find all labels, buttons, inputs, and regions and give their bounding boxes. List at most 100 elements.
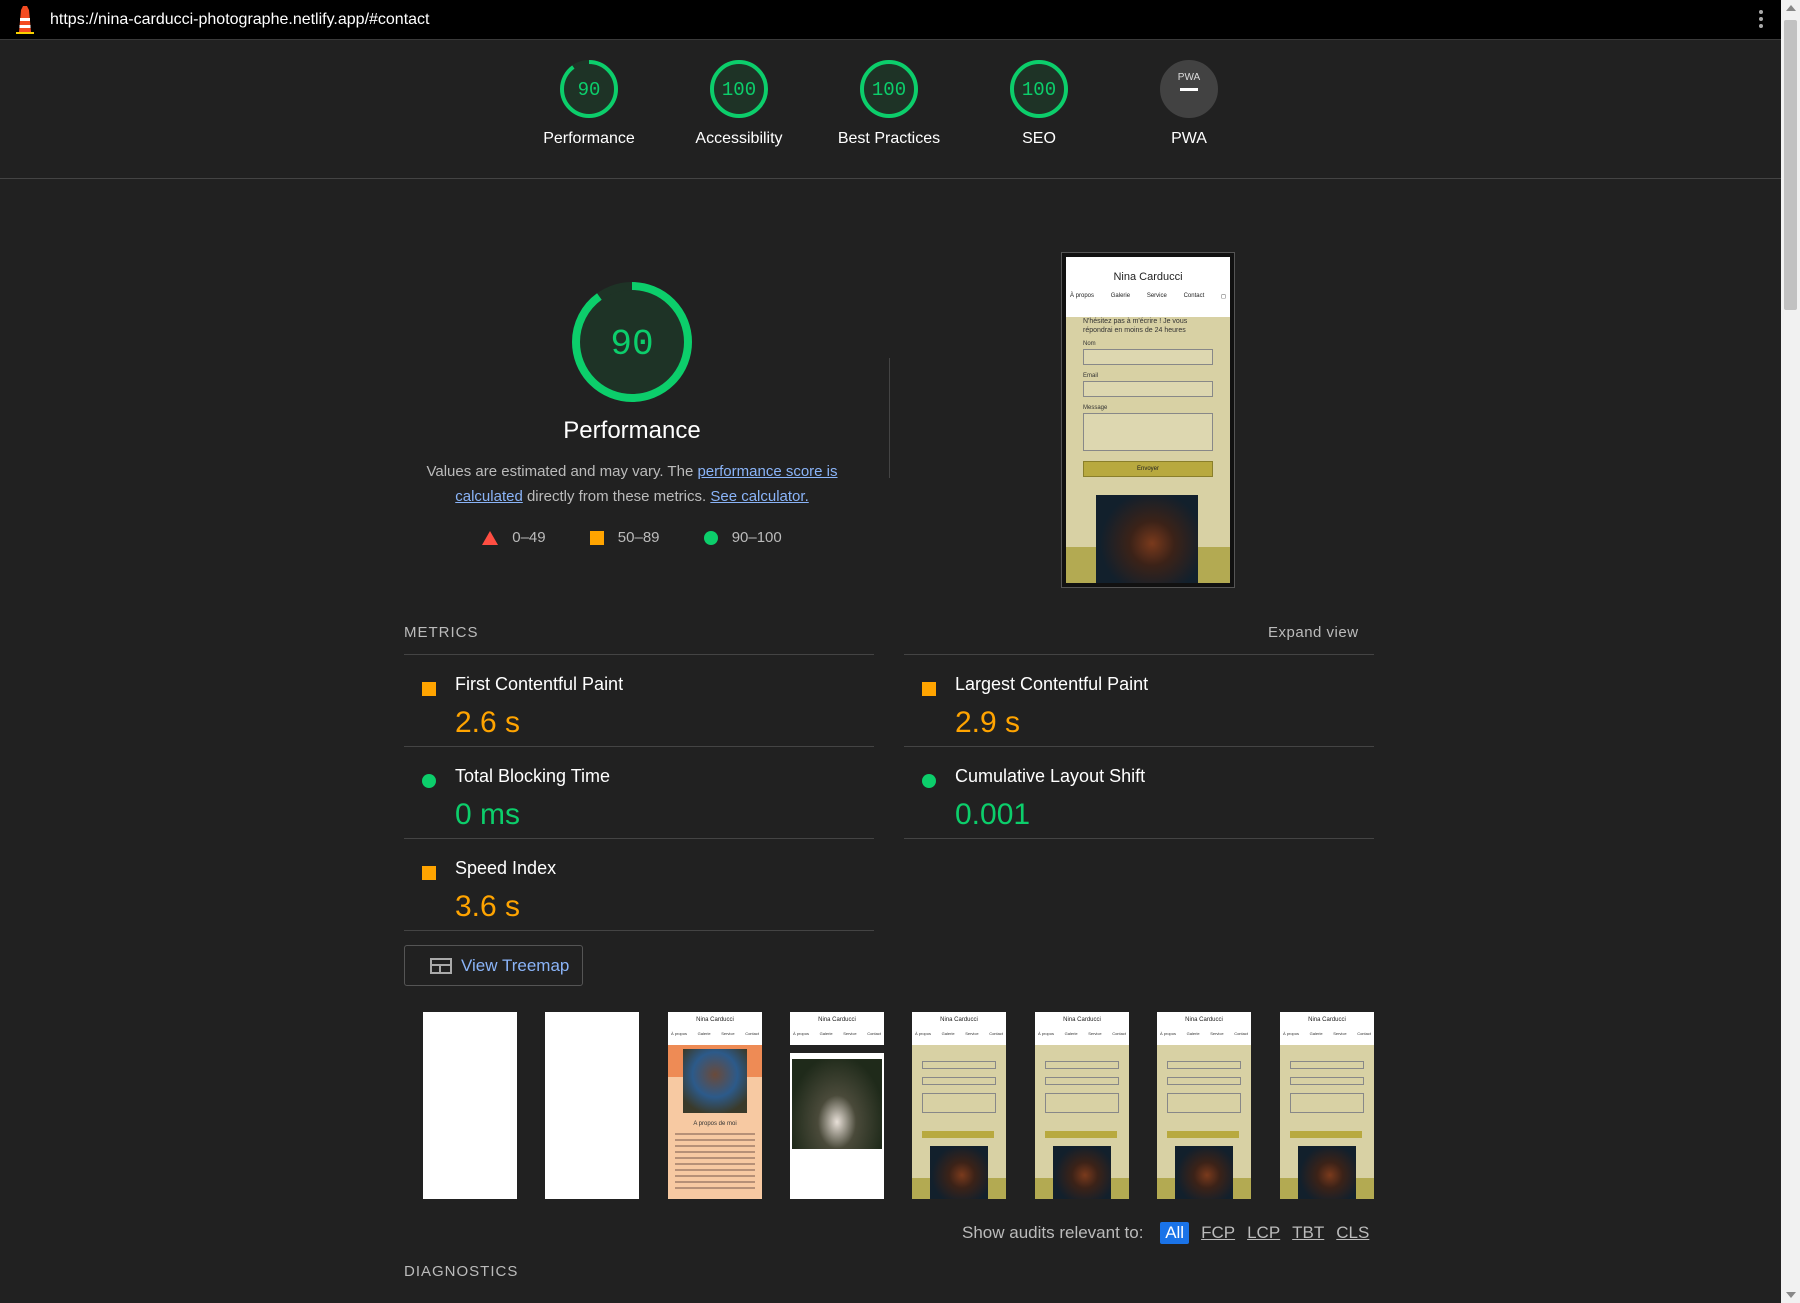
final-screenshot[interactable]: Nina Carducci À propos Galerie Service C… <box>1061 252 1235 588</box>
field-label: Message <box>1083 405 1108 411</box>
metric-value: 2.9 s <box>955 706 1021 739</box>
legend-range: 0–49 <box>512 529 546 546</box>
metric-value: 0 ms <box>455 798 521 831</box>
frame-form-field <box>922 1061 996 1069</box>
circle-icon <box>703 531 718 546</box>
category-gauge-performance[interactable]: 90 Performance <box>514 58 664 148</box>
name-field <box>1083 349 1213 365</box>
filter-fcp[interactable]: FCP <box>1201 1223 1235 1243</box>
frame-site-name: Nina Carducci <box>818 1017 856 1023</box>
filmstrip-frame[interactable] <box>423 1012 517 1199</box>
filmstrip-frame[interactable] <box>545 1012 639 1199</box>
gallery-strip <box>790 1045 884 1053</box>
legend-average: 50–89 <box>589 529 660 546</box>
filmstrip-frame[interactable]: Nina Carducci À propos Galerie Service Conta… <box>1157 1012 1251 1199</box>
screenshot-screen: Nina Carducci À propos Galerie Service C… <box>1066 257 1230 583</box>
frame-form-field <box>922 1093 996 1113</box>
report-url[interactable]: https://nina-carducci-photographe.netlif… <box>50 11 430 29</box>
frame-nav-item: Service <box>965 1031 979 1036</box>
metric-label: Total Blocking Time <box>455 766 611 786</box>
frame-nav: À propos Galerie Service Contact <box>1038 1031 1126 1036</box>
frame-nav-item: Contact <box>989 1031 1003 1036</box>
metric-label: Cumulative Layout Shift <box>955 766 1146 786</box>
frame-site-name: Nina Carducci <box>1308 1017 1346 1023</box>
frame-form-field <box>1290 1093 1364 1113</box>
frame-nav-item: À propos <box>1283 1031 1300 1036</box>
frame-body <box>1157 1045 1251 1199</box>
frame-body <box>912 1045 1006 1199</box>
frame-nav-item: À propos <box>915 1031 932 1036</box>
pass-circle-icon <box>922 774 936 788</box>
metric-value: 3.6 s <box>455 890 521 923</box>
treemap-icon <box>430 958 452 974</box>
filter-all[interactable]: All <box>1160 1222 1190 1244</box>
frame-form-field <box>1045 1077 1119 1085</box>
frame-nav-item: À propos <box>1160 1031 1177 1036</box>
frame-nav-item: Galerie <box>697 1031 711 1036</box>
divider <box>904 838 1374 839</box>
filter-tbt[interactable]: TBT <box>1292 1223 1324 1243</box>
filmstrip-frame[interactable]: Nina Carducci À propos Galerie Service Conta… <box>1280 1012 1374 1199</box>
text-line <box>675 1181 755 1183</box>
portrait-photo <box>683 1049 747 1113</box>
frame-form-field <box>1167 1093 1241 1113</box>
instagram-icon: ◻ <box>1221 294 1226 300</box>
scroll-thumb[interactable] <box>1784 20 1797 310</box>
nav-item: Galerie <box>1110 293 1131 299</box>
frame-body <box>1280 1045 1374 1199</box>
screenshot-header: Nina Carducci À propos Galerie Service C… <box>1066 257 1230 317</box>
gauge-label: PWA <box>1171 130 1207 147</box>
frame-body <box>790 1045 884 1199</box>
frame-nav-item: Contact <box>1234 1031 1248 1036</box>
view-treemap-button[interactable]: View Treemap <box>404 945 583 986</box>
frame-nav-item: À propos <box>1038 1031 1055 1036</box>
text-line <box>675 1145 755 1147</box>
frame-form-field <box>1045 1093 1119 1113</box>
average-square-icon <box>422 682 436 696</box>
performance-title: Performance <box>563 417 701 444</box>
filmstrip-frame[interactable]: Nina Carducci À propos Galerie Service Conta… <box>790 1012 884 1199</box>
expand-view-toggle[interactable]: Expand view <box>1268 624 1359 641</box>
frame-submit-button <box>1167 1131 1239 1138</box>
frame-nav-item: Galerie <box>941 1031 955 1036</box>
frame-form-field <box>1045 1061 1119 1069</box>
diagnostics-header: DIAGNOSTICS <box>404 1263 519 1280</box>
frame-nav-item: Contact <box>1357 1031 1371 1036</box>
metrics-header: METRICS <box>404 624 479 641</box>
field-label: Email <box>1083 373 1099 379</box>
metric-value: 2.6 s <box>455 706 521 739</box>
see-calculator-link[interactable]: See calculator. <box>710 488 808 505</box>
filmstrip-frame[interactable]: Nina Carducci À propos Galerie Service Conta… <box>668 1012 762 1199</box>
performance-gauge: 90 <box>572 282 692 402</box>
category-gauges: 90 Performance 100 Accessibility 100 Best Pra… <box>0 40 1781 179</box>
camera-photo <box>1096 495 1198 583</box>
frame-nav: À propos Galerie Service Contact <box>1283 1031 1371 1036</box>
frame-site-name: Nina Carducci <box>940 1017 978 1023</box>
category-gauge-pwa[interactable]: PWA PWA <box>1114 58 1264 148</box>
category-gauge-seo[interactable]: 100 SEO <box>964 58 1114 148</box>
filter-lcp[interactable]: LCP <box>1247 1223 1280 1243</box>
frame-header: Nina Carducci À propos Galerie Service Conta… <box>790 1012 884 1045</box>
category-gauge-best-practices[interactable]: 100 Best Practices <box>814 58 964 148</box>
gauge-score: 100 <box>722 79 756 101</box>
category-gauge-accessibility[interactable]: 100 Accessibility <box>664 58 814 148</box>
lighthouse-icon <box>16 6 34 34</box>
frame-form-field <box>1167 1061 1241 1069</box>
frame-form-field <box>1167 1077 1241 1085</box>
filter-cls[interactable]: CLS <box>1336 1223 1369 1243</box>
scroll-down-arrow-icon[interactable] <box>1786 1292 1796 1298</box>
frame-submit-button <box>1290 1131 1362 1138</box>
top-bar: https://nina-carducci-photographe.netlif… <box>0 0 1781 40</box>
filmstrip-frame[interactable]: Nina Carducci À propos Galerie Service Conta… <box>1035 1012 1129 1199</box>
desc-text: directly from these metrics. <box>522 488 711 505</box>
legend-pass: 90–100 <box>703 529 782 546</box>
metric-value: 0.001 <box>955 798 1031 831</box>
text-line <box>675 1169 755 1171</box>
scrollbar[interactable] <box>1781 0 1800 1303</box>
frame-submit-button <box>1045 1131 1117 1138</box>
divider <box>889 358 890 478</box>
scroll-up-arrow-icon[interactable] <box>1786 5 1796 11</box>
kebab-menu-icon[interactable] <box>1757 8 1765 32</box>
gauge-score: 90 <box>578 79 601 101</box>
filmstrip-frame[interactable]: Nina Carducci À propos Galerie Service Conta… <box>912 1012 1006 1199</box>
